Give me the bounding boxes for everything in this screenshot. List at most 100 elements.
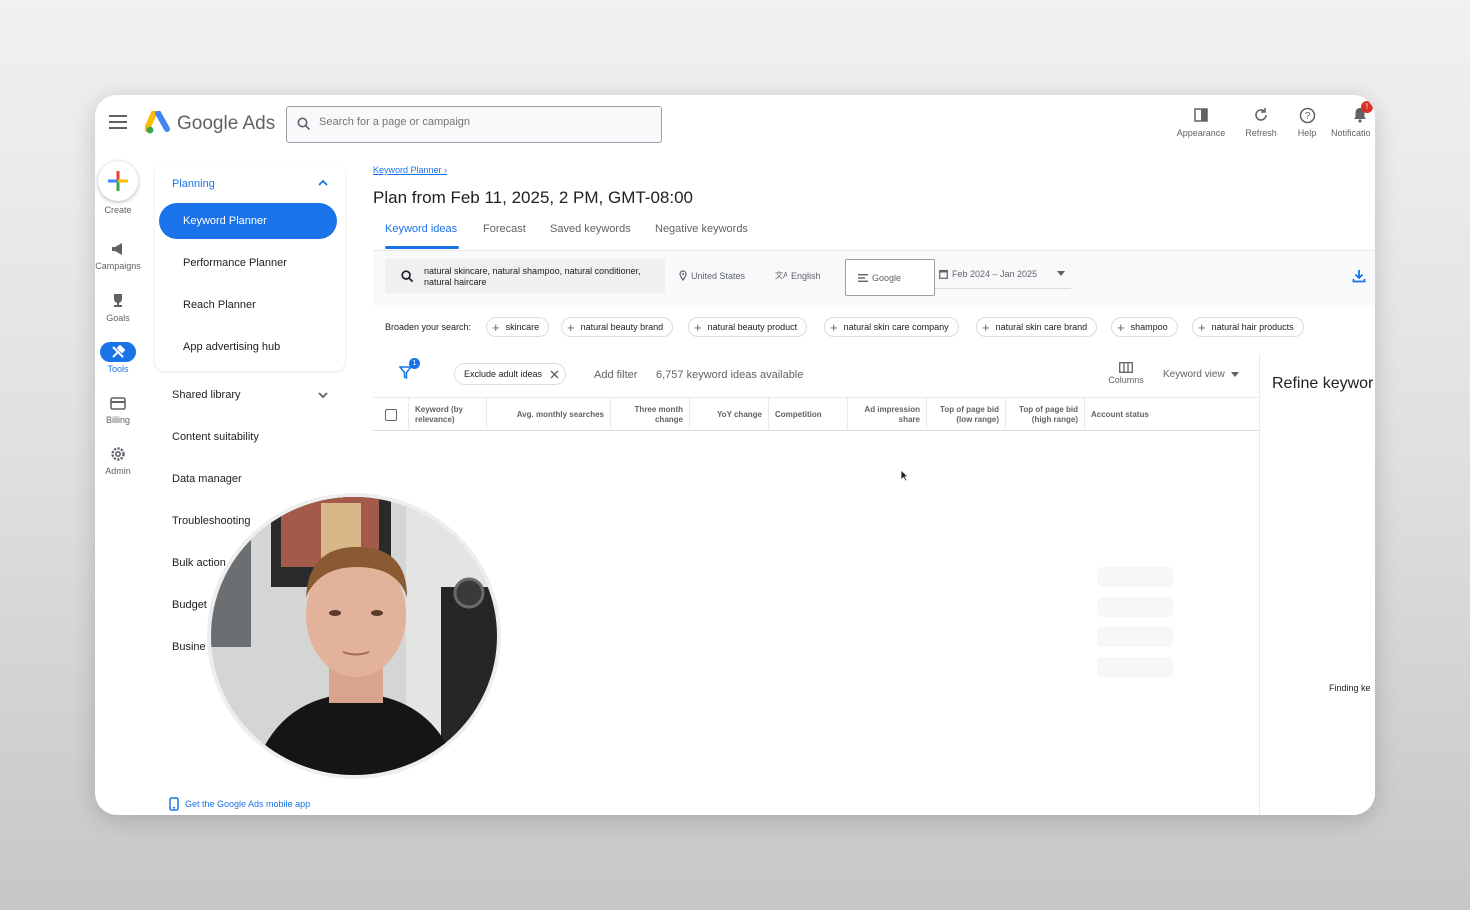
broaden-chip[interactable]: + skincare (486, 317, 550, 337)
appearance-icon (1194, 108, 1208, 122)
nav-troubleshooting[interactable]: Troubleshooting (172, 515, 250, 527)
help-icon: ? (1299, 107, 1315, 123)
chevron-down-icon[interactable] (317, 389, 329, 401)
google-ads-logo (145, 111, 170, 134)
keyword-view-dropdown[interactable]: Keyword view (1163, 369, 1239, 380)
rail-billing[interactable]: Billing (95, 393, 141, 425)
tab-forecast[interactable]: Forecast (483, 223, 526, 235)
table-header: Keyword (by relevance) Avg. monthly sear… (373, 397, 1259, 431)
plus-icon (108, 171, 128, 191)
seed-keywords-box[interactable]: natural skincare, natural shampoo, natur… (385, 259, 665, 293)
column-header-account-status[interactable]: Account status (1085, 398, 1259, 431)
loading-placeholder (1097, 657, 1173, 677)
campaigns-label: Campaigns (95, 261, 141, 271)
broaden-chip[interactable]: + natural skin care brand (976, 317, 1098, 337)
tab-keyword-ideas[interactable]: Keyword ideas (385, 223, 457, 235)
download-icon[interactable] (1352, 269, 1366, 283)
notifications-button[interactable]: ! Notificatio (1331, 101, 1375, 138)
column-header-avg-monthly-searches[interactable]: Avg. monthly searches (487, 398, 611, 431)
appearance-button[interactable]: Appearance (1175, 105, 1227, 138)
credit-card-icon (110, 396, 126, 410)
nav-data-manager[interactable]: Data manager (172, 473, 242, 485)
broaden-chip[interactable]: + natural hair products (1192, 317, 1304, 337)
menu-icon[interactable] (109, 115, 127, 129)
notifications-label: Notificatio (1331, 128, 1371, 138)
webcam-overlay (207, 493, 501, 779)
broaden-chip[interactable]: + natural skin care company (824, 317, 959, 337)
columns-icon (1119, 362, 1133, 373)
loading-placeholder (1097, 597, 1173, 617)
language-filter[interactable]: 文A English (775, 270, 821, 281)
filter-icon[interactable] (399, 366, 412, 379)
broaden-chip[interactable]: + natural beauty product (688, 317, 808, 337)
tab-negative-keywords[interactable]: Negative keywords (655, 223, 748, 235)
refine-keywords-title: Refine keywor (1272, 375, 1374, 392)
mobile-app-label: Get the Google Ads mobile app (185, 799, 311, 809)
nav-performance-planner[interactable]: Performance Planner (159, 245, 337, 281)
broaden-chip[interactable]: + natural beauty brand (561, 317, 674, 337)
nav-reach-planner[interactable]: Reach Planner (159, 287, 337, 323)
rail-tools[interactable]: Tools (95, 342, 141, 374)
breadcrumb-link[interactable]: Keyword Planner (373, 165, 442, 175)
column-header-keyword[interactable]: Keyword (by relevance) (409, 398, 487, 431)
plus-icon: + (1117, 319, 1125, 335)
tools-icon (112, 345, 125, 358)
exclude-adult-chip[interactable]: Exclude adult ideas (454, 363, 567, 385)
nav-budgets[interactable]: Budget (172, 599, 207, 611)
create-button[interactable]: Create (95, 161, 141, 215)
loading-placeholder (1097, 567, 1173, 587)
plus-icon: + (830, 319, 838, 335)
active-tab-indicator (385, 246, 459, 249)
nav-keyword-planner[interactable]: Keyword Planner (159, 203, 337, 239)
notification-badge: ! (1361, 101, 1373, 113)
refresh-button[interactable]: Refresh (1241, 105, 1281, 138)
close-icon[interactable] (550, 370, 559, 379)
nav-business-data[interactable]: Busine (172, 641, 206, 653)
column-header-competition[interactable]: Competition (769, 398, 848, 431)
breadcrumb[interactable]: Keyword Planner › (373, 165, 447, 175)
column-header-ad-impression-share[interactable]: Ad impression share (848, 398, 927, 431)
column-header-top-bid-high[interactable]: Top of page bid (high range) (1006, 398, 1085, 431)
language-label: English (791, 270, 821, 281)
nav-bulk-actions[interactable]: Bulk action (172, 557, 226, 569)
chip-label: natural beauty product (707, 322, 798, 332)
rail-admin[interactable]: Admin (95, 444, 141, 476)
nav-shared-library[interactable]: Shared library (172, 389, 240, 401)
translate-icon: 文A (775, 270, 787, 280)
select-all-checkbox[interactable] (384, 408, 397, 421)
nav-app-advertising-hub[interactable]: App advertising hub (159, 329, 337, 365)
help-label: Help (1297, 128, 1317, 138)
date-range-filter[interactable]: Feb 2024 – Jan 2025 (935, 259, 1071, 289)
add-filter-button[interactable]: Add filter (594, 369, 637, 381)
app-name: Google Ads (177, 113, 276, 134)
planning-header[interactable]: Planning (172, 178, 215, 190)
search-input[interactable] (319, 116, 649, 128)
rail-goals[interactable]: Goals (95, 291, 141, 323)
filter-bar: natural skincare, natural shampoo, natur… (373, 251, 1375, 305)
location-label: United States (691, 270, 746, 281)
select-all-cell (373, 398, 409, 431)
chevron-up-icon[interactable] (317, 177, 329, 189)
column-header-yoy-change[interactable]: YoY change (690, 398, 769, 431)
create-label: Create (104, 205, 132, 215)
search-icon (401, 270, 414, 283)
chip-label: shampoo (1130, 322, 1168, 332)
columns-button[interactable]: Columns (1103, 362, 1149, 385)
column-header-top-bid-low[interactable]: Top of page bid (low range) (927, 398, 1006, 431)
nav-content-suitability[interactable]: Content suitability (172, 431, 259, 443)
page-title: Plan from Feb 11, 2025, 2 PM, GMT-08:00 (373, 188, 694, 207)
network-label: Google (872, 272, 902, 283)
network-filter[interactable]: Google (845, 259, 935, 296)
plus-icon: + (492, 319, 500, 335)
location-filter[interactable]: United States (679, 270, 745, 281)
broaden-chip[interactable]: + shampoo (1111, 317, 1178, 337)
help-button[interactable]: ? Help (1291, 105, 1323, 138)
tab-saved-keywords[interactable]: Saved keywords (550, 223, 631, 235)
mobile-app-link[interactable]: Get the Google Ads mobile app (169, 797, 310, 811)
search-box[interactable] (286, 106, 662, 143)
columns-label: Columns (1108, 375, 1144, 385)
finding-keywords-status: Finding ke (1329, 683, 1371, 693)
column-header-three-month-change[interactable]: Three month change (611, 398, 690, 431)
rail-campaigns[interactable]: Campaigns (95, 239, 141, 271)
chip-label: natural beauty brand (580, 322, 664, 332)
